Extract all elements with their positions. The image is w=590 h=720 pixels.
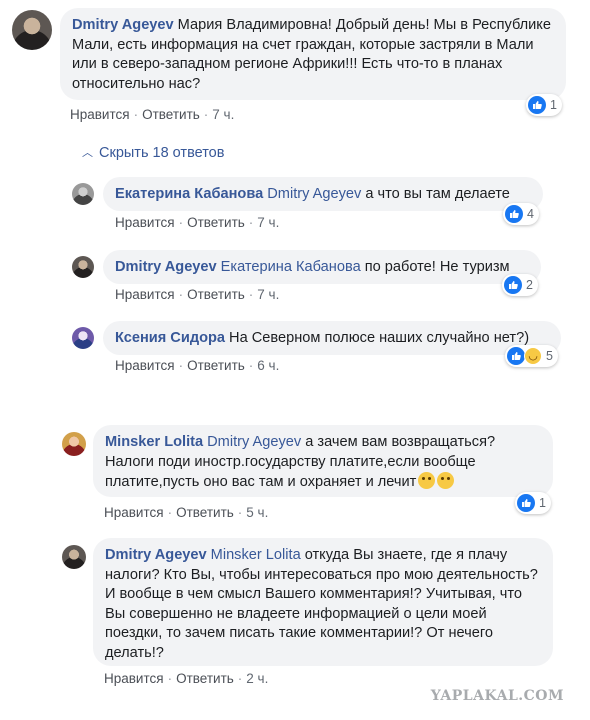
reply-actions: Нравится · Ответить · 7 ч. xyxy=(115,287,280,302)
timestamp[interactable]: 7 ч. xyxy=(212,107,234,122)
reply-actions: Нравится · Ответить · 7 ч. xyxy=(115,215,280,230)
like-link[interactable]: Нравится xyxy=(115,215,175,230)
reaction-badge[interactable]: 1 xyxy=(515,492,551,514)
like-icon xyxy=(505,205,523,223)
comment-author[interactable]: Dmitry Ageyev xyxy=(72,17,174,33)
reply-bubble: Ксения Сидора На Северном полюсе наших сл… xyxy=(103,321,561,355)
reply-mention[interactable]: Dmitry Ageyev xyxy=(207,434,301,450)
haha-icon: ◡ xyxy=(524,347,542,365)
timestamp[interactable]: 7 ч. xyxy=(257,287,279,302)
like-link[interactable]: Нравится xyxy=(104,671,164,686)
avatar[interactable] xyxy=(72,183,94,205)
like-link[interactable]: Нравится xyxy=(115,287,175,302)
timestamp[interactable]: 2 ч. xyxy=(246,671,268,686)
reply-mention[interactable]: Dmitry Ageyev xyxy=(267,186,361,202)
reaction-badge[interactable]: 2 xyxy=(502,274,538,296)
like-icon xyxy=(517,494,535,512)
reply-link[interactable]: Ответить xyxy=(187,215,245,230)
reply-link[interactable]: Ответить xyxy=(176,505,234,520)
site-watermark: YAPLAKAL.COM xyxy=(430,688,564,704)
reply-author[interactable]: Екатерина Кабанова xyxy=(115,186,263,202)
timestamp[interactable]: 6 ч. xyxy=(257,358,279,373)
reaction-count: 2 xyxy=(526,278,533,292)
reply-text: по работе! Не туризм xyxy=(364,259,510,275)
reply-link[interactable]: Ответить xyxy=(176,671,234,686)
reply-mention[interactable]: Екатерина Кабанова xyxy=(221,259,361,275)
reaction-count: 5 xyxy=(546,349,553,363)
reaction-count: 1 xyxy=(539,496,546,510)
reply-actions: Нравится · Ответить · 2 ч. xyxy=(104,671,269,686)
reply-author[interactable]: Dmitry Ageyev xyxy=(105,547,207,563)
comment-bubble: Dmitry Ageyev Мария Владимировна! Добрый … xyxy=(60,8,566,100)
reply-actions: Нравится · Ответить · 5 ч. xyxy=(104,505,269,520)
like-link[interactable]: Нравится xyxy=(115,358,175,373)
like-link[interactable]: Нравится xyxy=(70,107,130,122)
thinking-emoji-icon xyxy=(418,472,436,489)
like-icon xyxy=(507,347,525,365)
avatar[interactable] xyxy=(72,327,94,349)
hide-replies-label: Скрыть 18 ответов xyxy=(99,145,225,161)
reply-author[interactable]: Ксения Сидора xyxy=(115,330,225,346)
reply-link[interactable]: Ответить xyxy=(187,287,245,302)
reaction-count: 4 xyxy=(527,207,534,221)
reply-text: На Северном полюсе наших случайно нет?) xyxy=(229,330,530,346)
comment-actions: Нравится · Ответить · 7 ч. xyxy=(70,107,235,122)
avatar[interactable] xyxy=(62,545,86,569)
reaction-badge[interactable]: 1 xyxy=(526,94,562,116)
avatar[interactable] xyxy=(72,256,94,278)
like-icon xyxy=(504,276,522,294)
timestamp[interactable]: 5 ч. xyxy=(246,505,268,520)
reply-author[interactable]: Dmitry Ageyev xyxy=(115,259,217,275)
reply-bubble: Minsker Lolita Dmitry Ageyev а зачем вам в… xyxy=(93,425,553,497)
reply-link[interactable]: Ответить xyxy=(142,107,200,122)
reply-text: а что вы там делаете xyxy=(365,186,510,202)
reaction-badge[interactable]: ◡ 5 xyxy=(505,345,558,367)
reply-mention[interactable]: Minsker Lolita xyxy=(211,547,301,563)
like-icon xyxy=(528,96,546,114)
chevron-up-icon: ︿ xyxy=(82,147,93,159)
reaction-badge[interactable]: 4 xyxy=(503,203,539,225)
avatar[interactable] xyxy=(12,10,52,50)
reply-bubble: Dmitry Ageyev Екатерина Кабанова по работе… xyxy=(103,250,541,284)
reply-bubble: Екатерина Кабанова Dmitry Ageyev а что вы … xyxy=(103,177,543,211)
reply-link[interactable]: Ответить xyxy=(187,358,245,373)
avatar[interactable] xyxy=(62,432,86,456)
reaction-count: 1 xyxy=(550,98,557,112)
reply-bubble: Dmitry Ageyev Minsker Lolita откуда Вы зна… xyxy=(93,538,553,666)
reply-text: откуда Вы знаете, где я плачу налоги? Кт… xyxy=(105,547,538,661)
reply-actions: Нравится · Ответить · 6 ч. xyxy=(115,358,280,373)
hide-replies-link[interactable]: ︿ Скрыть 18 ответов xyxy=(82,145,224,161)
like-link[interactable]: Нравится xyxy=(104,505,164,520)
reply-author[interactable]: Minsker Lolita xyxy=(105,434,203,450)
grinning-emoji-icon xyxy=(437,472,455,489)
timestamp[interactable]: 7 ч. xyxy=(257,215,279,230)
